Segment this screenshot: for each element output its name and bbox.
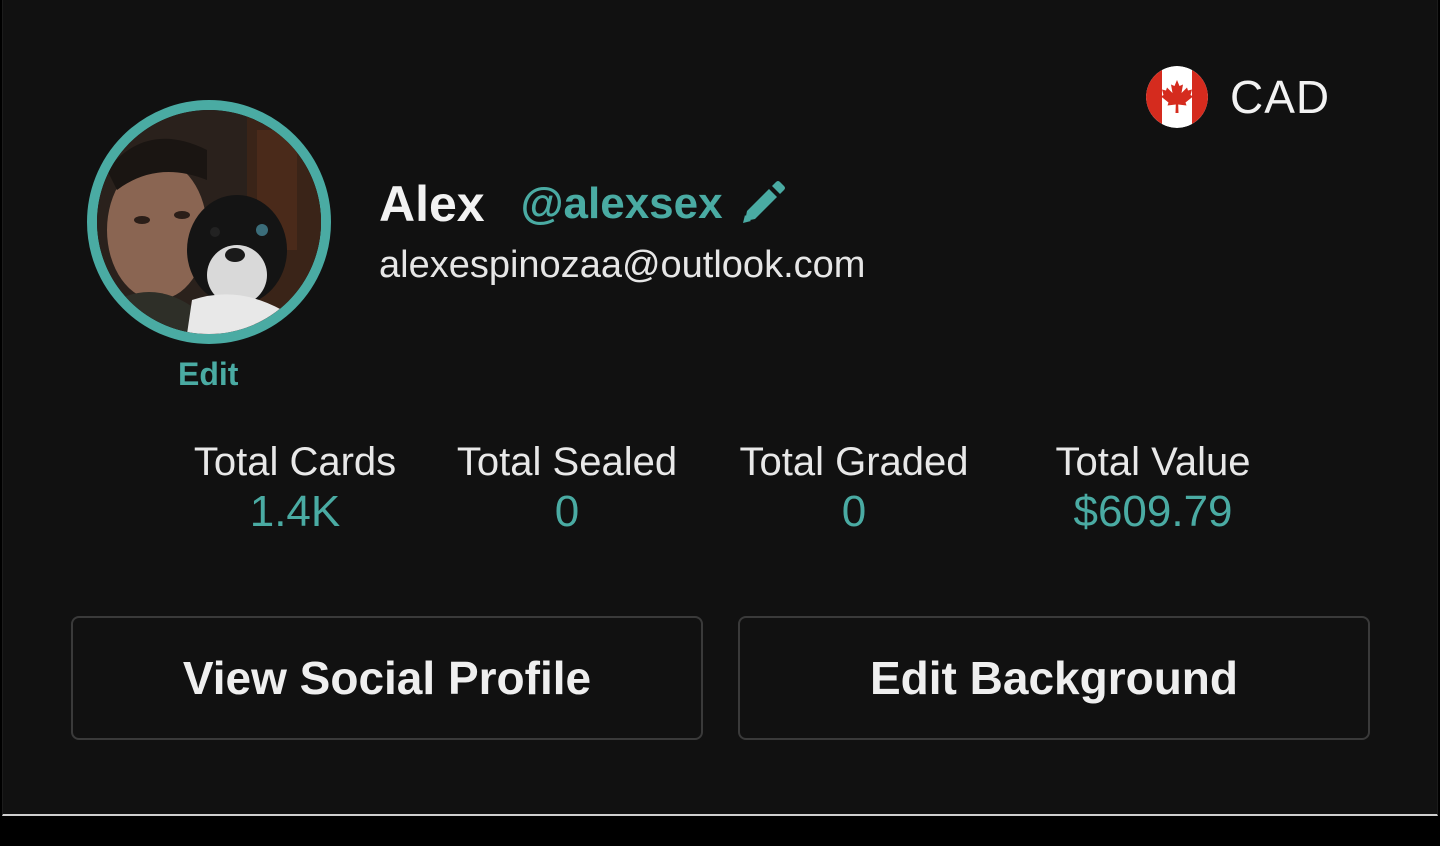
avatar-photo [97,110,321,334]
stat-total-cards: Total Cards 1.4K [189,440,401,537]
stat-label: Total Value [1055,440,1251,484]
profile-panel: CAD Edit Alex @alexsex alexespinozaa@out… [2,0,1438,816]
stat-value: 1.4K [249,487,341,536]
stat-total-sealed: Total Sealed 0 [455,440,679,537]
stat-value: 0 [554,487,580,536]
stat-label: Total Sealed [456,440,678,484]
stat-value: 0 [841,487,867,536]
profile-name: Alex [379,176,485,232]
avatar-edit-link[interactable]: Edit [178,356,238,393]
currency-selector[interactable]: CAD [1146,66,1330,128]
currency-code: CAD [1230,71,1331,123]
stat-label: Total Cards [193,440,397,484]
profile-email: alexespinozaa@outlook.com [379,244,866,286]
profile-screen: CAD Edit Alex @alexsex alexespinozaa@out… [0,0,1440,846]
avatar[interactable] [87,100,331,344]
edit-background-button[interactable]: Edit Background [738,616,1370,740]
stat-label: Total Graded [739,440,969,484]
stat-value: $609.79 [1073,487,1233,536]
profile-header: Alex @alexsex [379,172,787,236]
pencil-icon[interactable] [737,179,787,229]
view-social-profile-button[interactable]: View Social Profile [71,616,703,740]
profile-handle: @alexsex [520,179,723,228]
stat-total-value: Total Value $609.79 [1049,440,1257,537]
canada-flag-icon [1146,66,1208,128]
stat-total-graded: Total Graded 0 [735,440,973,537]
